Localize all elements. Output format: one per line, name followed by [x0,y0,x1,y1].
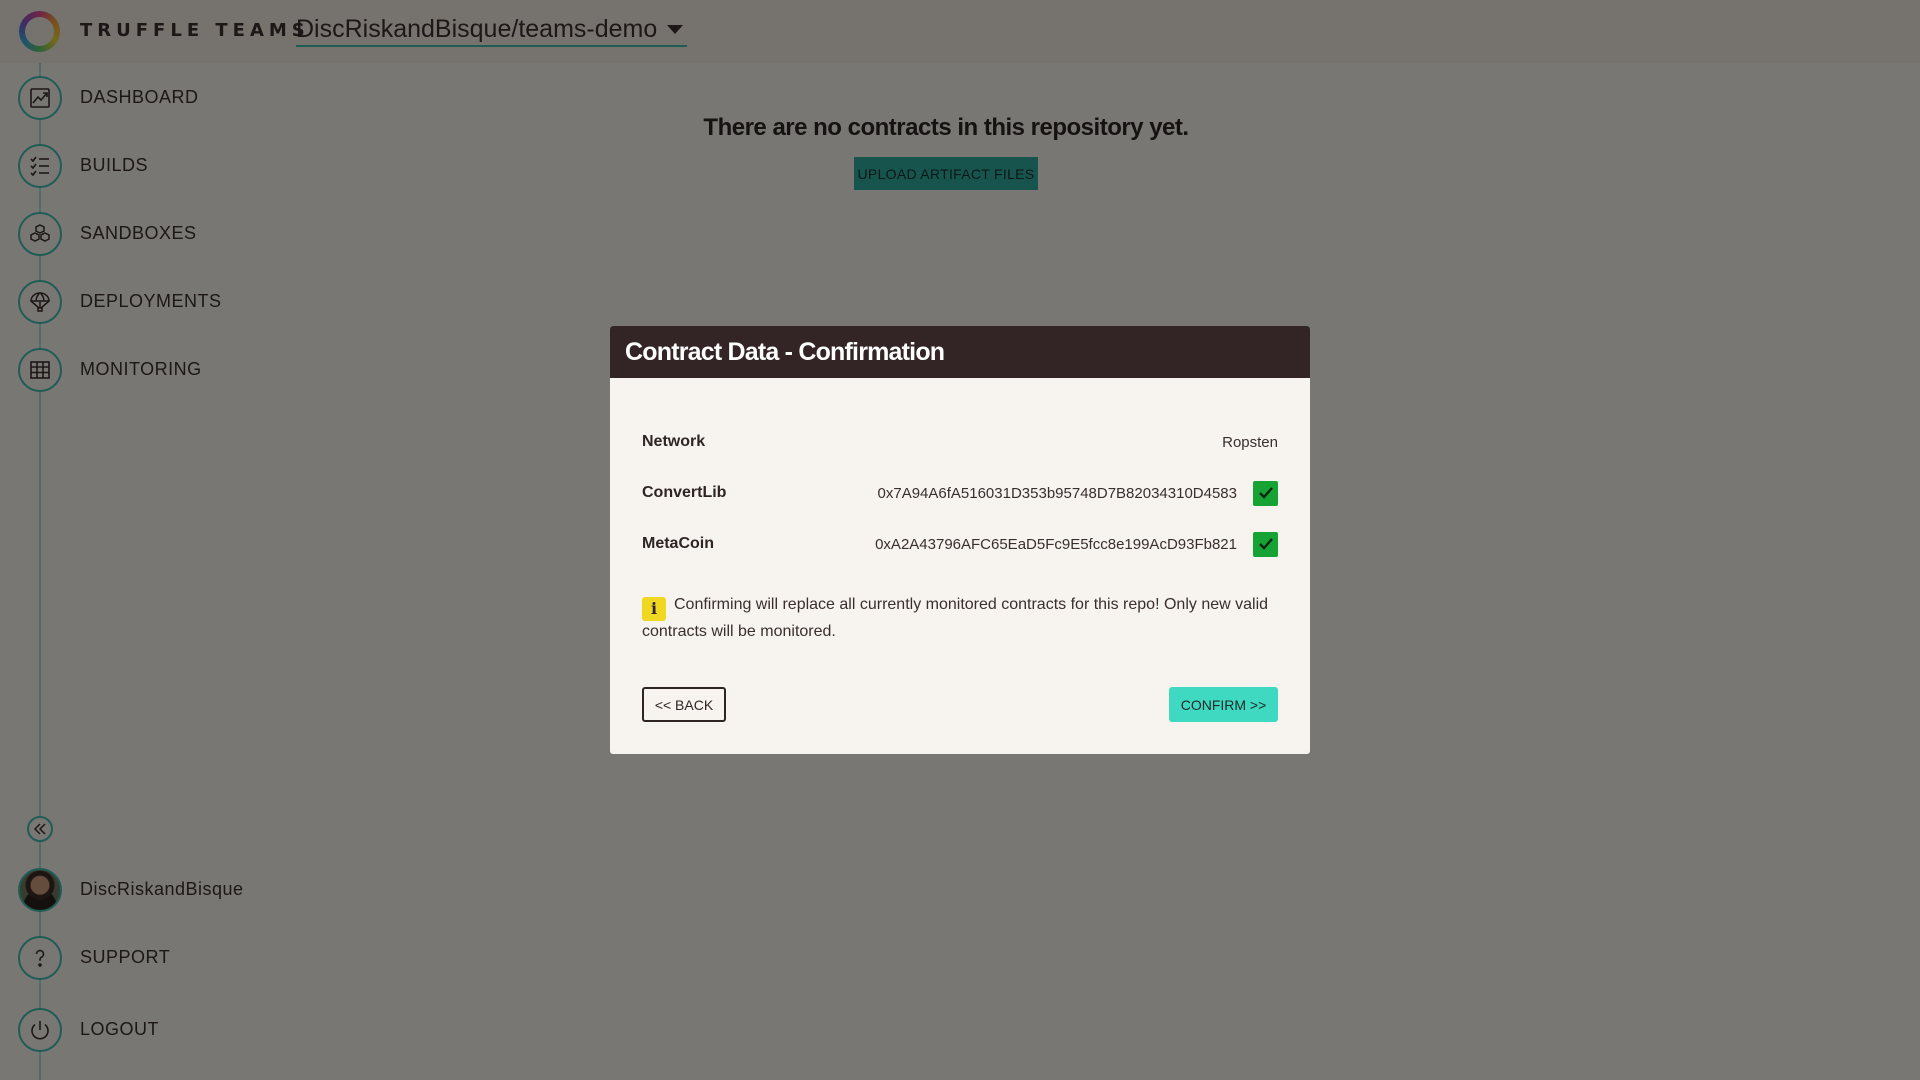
row-label: ConvertLib [642,484,727,501]
network-value: Ropsten [1222,433,1278,451]
confirm-button[interactable]: CONFIRM >> [1169,687,1278,722]
modal-header: Contract Data - Confirmation [610,326,1310,378]
warning-notice: i Confirming will replace all currently m… [642,594,1278,642]
contract-address: 0xA2A43796AFC65EaD5Fc9E5fcc8e199AcD93Fb8… [875,535,1237,553]
back-button[interactable]: << BACK [642,687,726,722]
info-icon: i [642,596,666,621]
modal-title: Contract Data - Confirmation [625,337,945,366]
contract-row: ConvertLib 0x7A94A6fA516031D353b95748D7B… [642,478,1278,508]
checkmark-icon [1253,531,1278,557]
row-label: Network [642,433,706,450]
network-row: Network Ropsten [642,427,1278,457]
checkmark-icon [1253,480,1278,506]
contract-address: 0x7A94A6fA516031D353b95748D7B82034310D45… [877,484,1237,502]
contract-row: MetaCoin 0xA2A43796AFC65EaD5Fc9E5fcc8e19… [642,529,1278,559]
row-label: MetaCoin [642,535,714,552]
confirmation-modal: Contract Data - Confirmation Network Rop… [610,326,1310,754]
notice-text: Confirming will replace all currently mo… [642,596,1269,640]
